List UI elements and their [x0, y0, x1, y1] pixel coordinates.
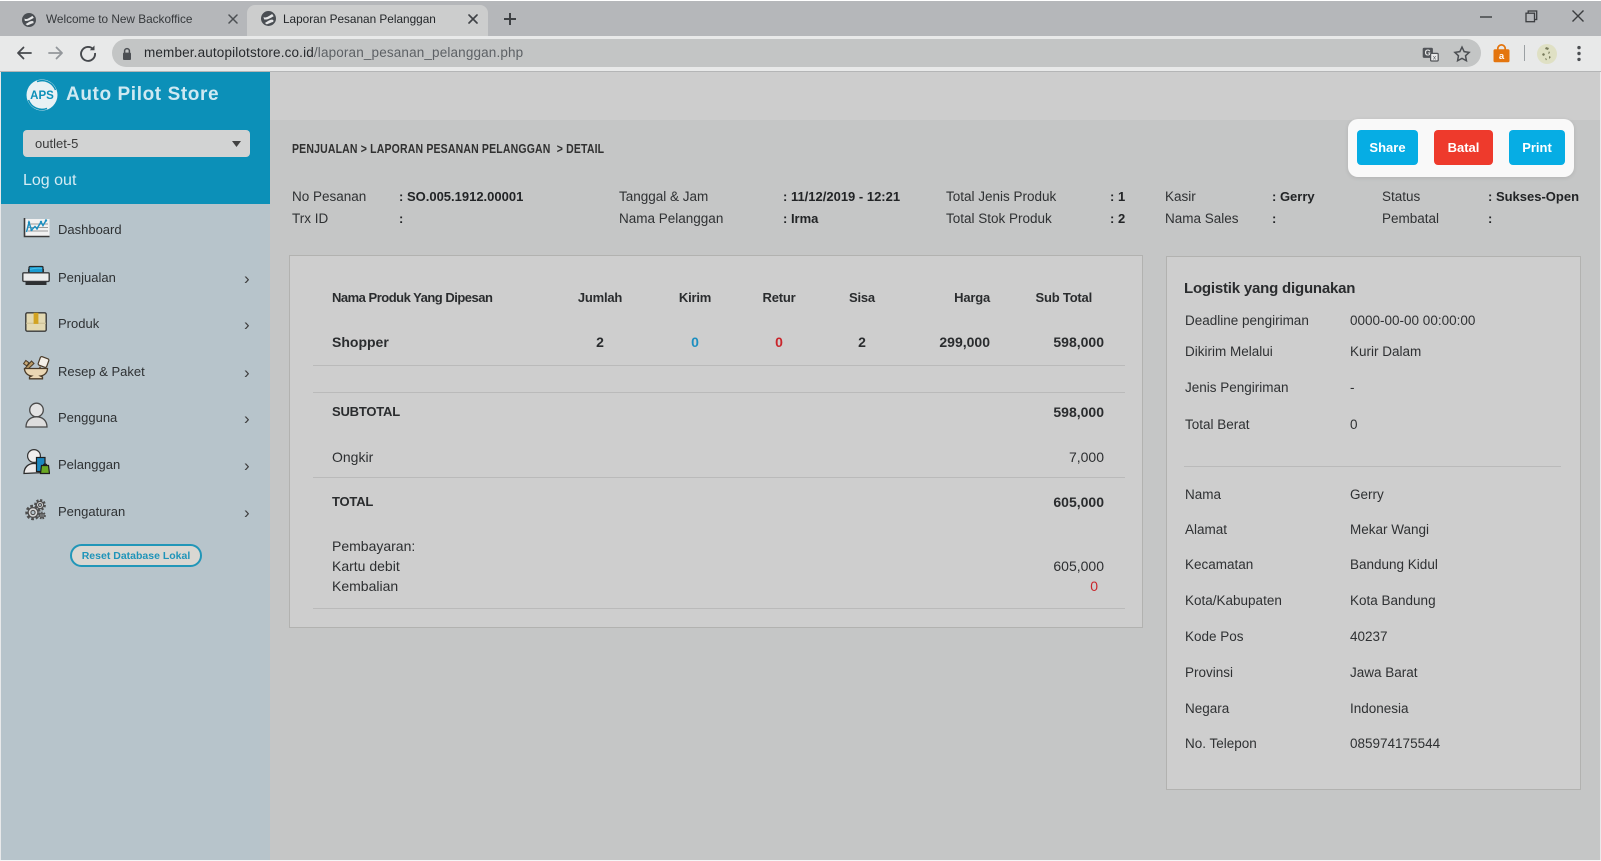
svg-text:G: G — [1425, 49, 1431, 58]
svg-text:a: a — [1499, 51, 1505, 62]
svg-text:APS: APS — [30, 90, 54, 102]
